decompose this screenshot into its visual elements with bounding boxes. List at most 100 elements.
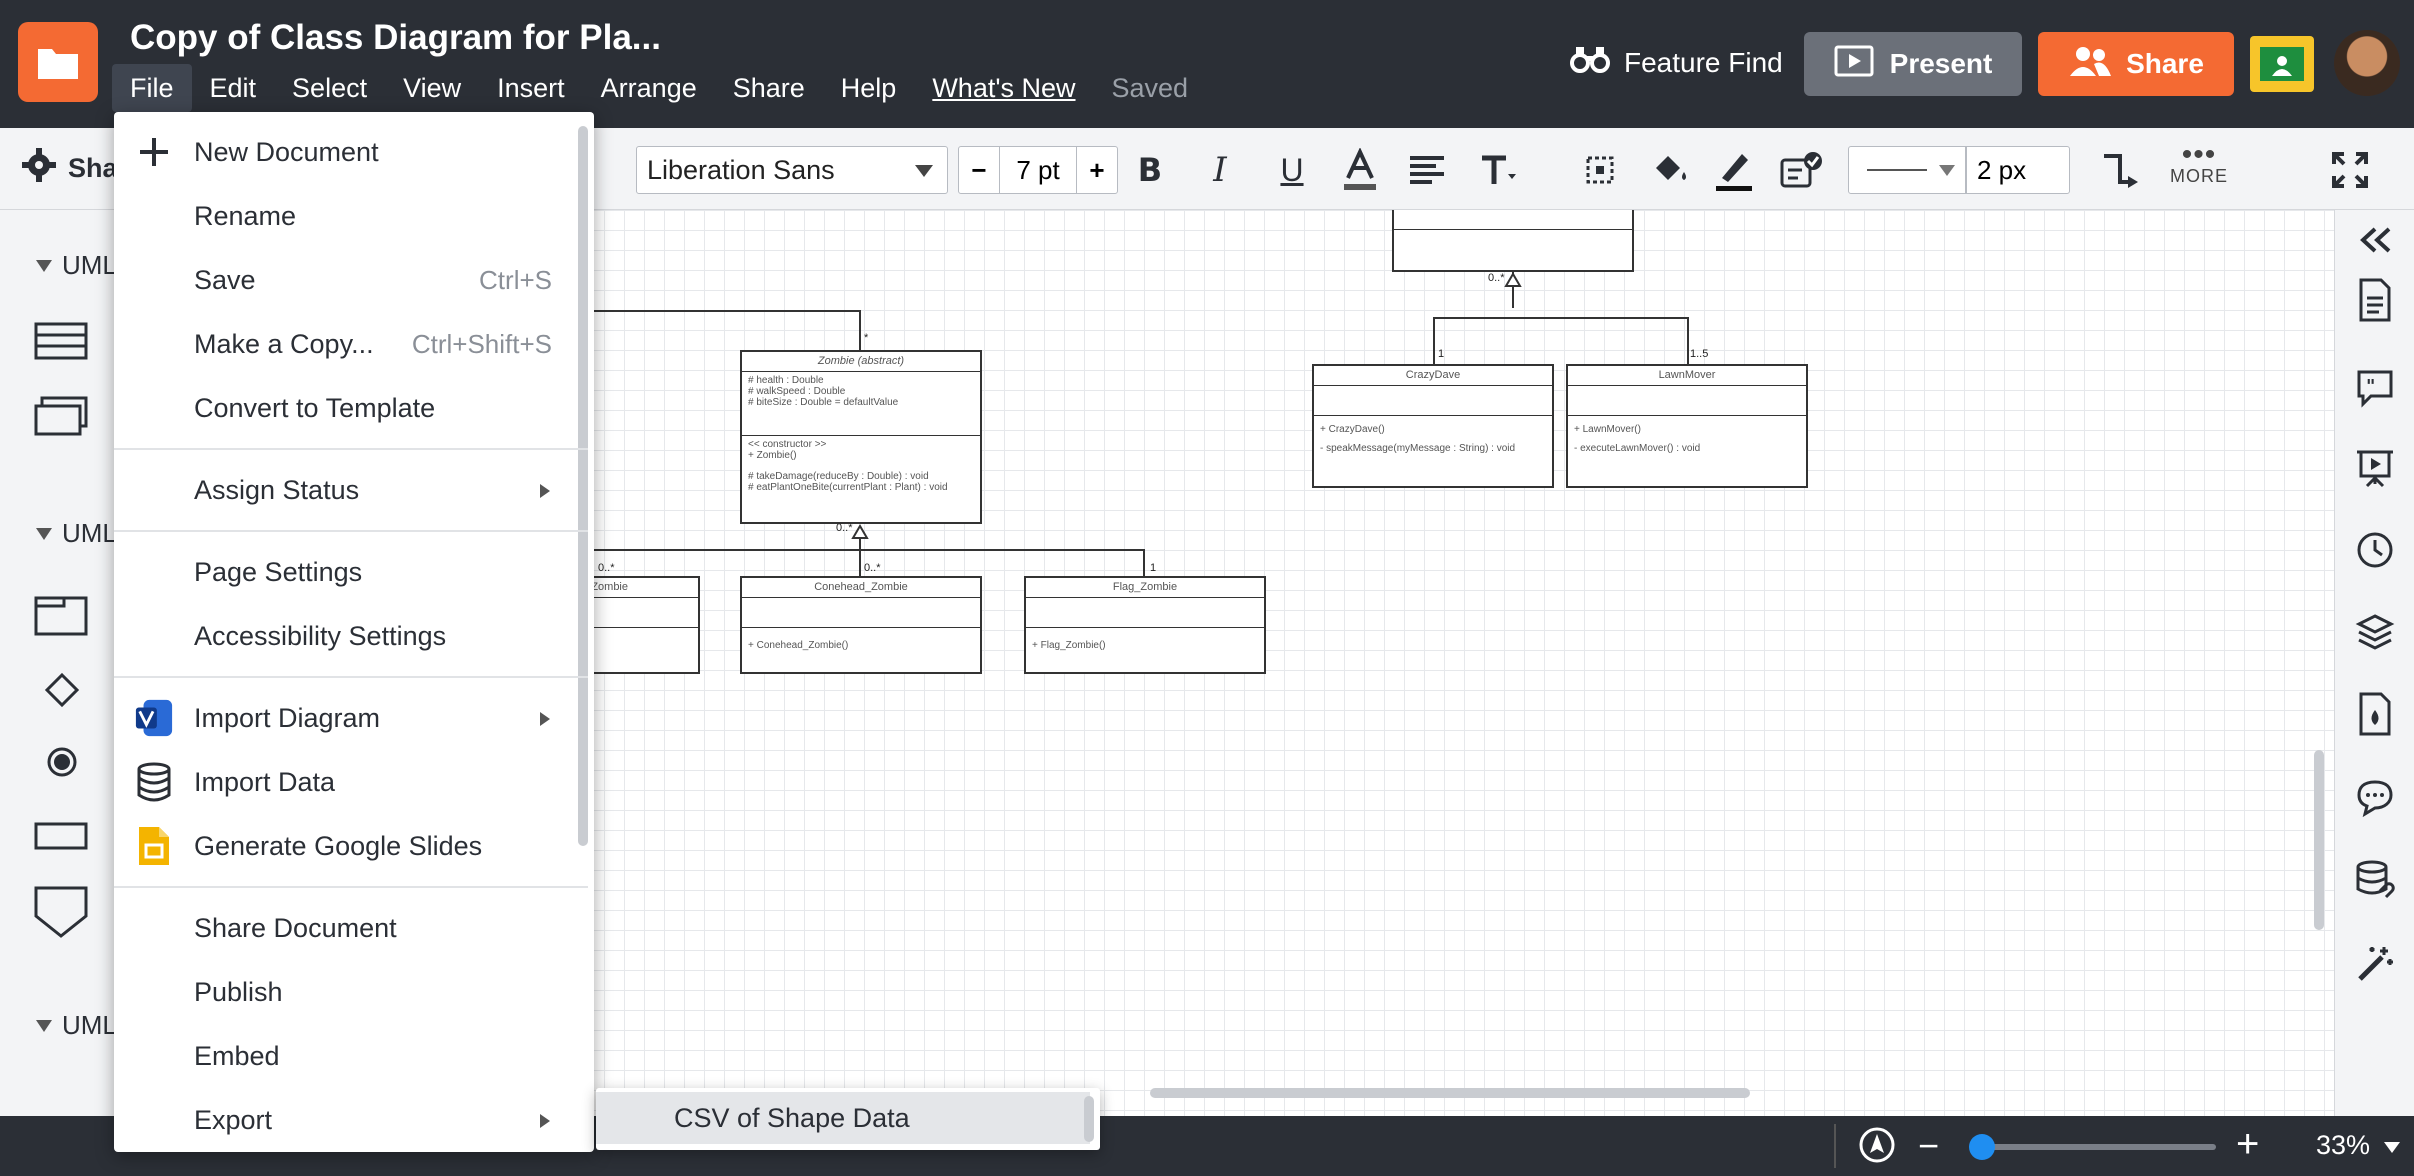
class-shape[interactable] xyxy=(34,322,88,365)
text-options-icon[interactable] xyxy=(1476,148,1520,192)
pentagon-shape[interactable] xyxy=(34,886,88,943)
menu-item-label: Save xyxy=(194,264,256,295)
menu-item-import-diagram[interactable]: Import Diagram xyxy=(114,686,578,750)
menu-item-make-copy[interactable]: Make a Copy... Ctrl+Shift+S xyxy=(114,312,578,376)
uml-class-zombie[interactable]: Zombie (abstract) # health : Double # wa… xyxy=(740,350,982,524)
font-size-decrease-button[interactable]: − xyxy=(959,155,999,186)
text-color-icon[interactable] xyxy=(1338,148,1382,192)
menu-edit[interactable]: Edit xyxy=(192,64,275,112)
chevron-down-icon[interactable] xyxy=(2384,1142,2400,1153)
shapes-label: Sha xyxy=(68,153,118,183)
menu-item-share-document[interactable]: Share Document xyxy=(114,896,578,960)
uml-method: + Flag_Zombie() xyxy=(1032,640,1106,651)
menu-item-page-settings[interactable]: Page Settings xyxy=(114,540,578,604)
package-shape[interactable] xyxy=(34,596,88,641)
connector-style-icon[interactable] xyxy=(2098,148,2142,192)
menu-item-publish[interactable]: Publish xyxy=(114,960,578,1024)
file-menu-scrollbar[interactable] xyxy=(578,126,588,846)
presentation-icon[interactable] xyxy=(2353,446,2397,490)
menu-item-csv-of-shape-data[interactable]: CSV of Shape Data xyxy=(596,1092,1090,1144)
italic-icon[interactable]: I xyxy=(1198,148,1242,192)
menu-item-label: Embed xyxy=(194,1040,280,1071)
history-clock-icon[interactable] xyxy=(2353,528,2397,572)
navigate-icon[interactable] xyxy=(1858,1126,1896,1169)
zoom-in-button[interactable]: + xyxy=(2236,1124,2259,1164)
chevron-down-icon xyxy=(36,259,52,272)
uml-class-conehead-zombie[interactable]: Conehead_Zombie + Conehead_Zombie() xyxy=(740,576,982,674)
menu-item-save[interactable]: Save Ctrl+S xyxy=(114,248,578,312)
font-family-select[interactable]: Liberation Sans xyxy=(636,146,948,194)
uml-class-partial[interactable] xyxy=(1392,210,1634,272)
font-size-stepper[interactable]: − 7 pt + xyxy=(958,146,1118,194)
align-icon[interactable] xyxy=(1406,148,1450,192)
menu-arrange[interactable]: Arrange xyxy=(583,64,715,112)
menu-item-export[interactable]: Export xyxy=(114,1088,578,1152)
uml-class-flag-zombie[interactable]: Flag_Zombie + Flag_Zombie() xyxy=(1024,576,1266,674)
menu-view[interactable]: View xyxy=(385,64,479,112)
menu-item-convert-to-template[interactable]: Convert to Template xyxy=(114,376,578,440)
zoom-slider-handle[interactable] xyxy=(1969,1134,1996,1160)
fill-color-icon[interactable] xyxy=(1648,148,1692,192)
menu-item-rename[interactable]: Rename xyxy=(114,184,578,248)
zoom-out-button[interactable]: − xyxy=(1918,1128,1939,1164)
menu-item-generate-google-slides[interactable]: Generate Google Slides xyxy=(114,814,578,878)
library-section-uml-class[interactable]: UML xyxy=(36,250,117,281)
submenu-scrollbar[interactable] xyxy=(1084,1096,1094,1142)
document-title[interactable]: Copy of Class Diagram for Pla... xyxy=(130,18,661,58)
file-menu-dropdown: New Document Rename Save Ctrl+S Make a C… xyxy=(114,112,594,1152)
fullscreen-icon[interactable] xyxy=(2328,148,2372,192)
magic-wand-icon[interactable] xyxy=(2353,942,2397,986)
share-button[interactable]: Share xyxy=(2038,32,2234,96)
user-avatar[interactable] xyxy=(2334,30,2400,96)
google-classroom-icon[interactable] xyxy=(2250,36,2314,92)
menu-file[interactable]: File xyxy=(112,64,192,112)
feature-find-button[interactable]: Feature Find xyxy=(1570,44,1783,81)
theme-drop-icon[interactable] xyxy=(2353,692,2397,736)
interface-shape[interactable] xyxy=(34,396,88,441)
menu-insert[interactable]: Insert xyxy=(479,64,583,112)
line-style-select[interactable] xyxy=(1848,146,1966,194)
line-width-input[interactable]: 2 px xyxy=(1966,146,2070,194)
more-tools-button[interactable]: ••• MORE xyxy=(2170,140,2228,187)
line-color-icon[interactable] xyxy=(1712,148,1756,192)
shape-options-icon[interactable] xyxy=(1578,148,1622,192)
library-section-uml-state[interactable]: UML xyxy=(36,518,117,549)
menu-share[interactable]: Share xyxy=(715,64,823,112)
bold-icon[interactable]: B xyxy=(1128,148,1172,192)
menu-item-import-data[interactable]: Import Data xyxy=(114,750,578,814)
menu-divider xyxy=(114,676,588,678)
menu-item-new-document[interactable]: New Document xyxy=(114,120,578,184)
present-button[interactable]: Present xyxy=(1804,32,2022,96)
font-size-increase-button[interactable]: + xyxy=(1077,155,1117,186)
uml-class-lawnmover[interactable]: LawnMover + LawnMover() - executeLawnMov… xyxy=(1566,364,1808,488)
shapes-toggle[interactable]: Sha xyxy=(22,148,118,189)
uml-class-crazydave[interactable]: CrazyDave + CrazyDave() - speakMessage(m… xyxy=(1312,364,1554,488)
canvas-horizontal-scrollbar[interactable] xyxy=(1150,1088,1750,1098)
uml-attributes xyxy=(1314,386,1552,416)
data-link-icon[interactable] xyxy=(2353,858,2397,902)
zoom-level[interactable]: 33% xyxy=(2316,1130,2370,1161)
menu-item-label: Accessibility Settings xyxy=(194,620,447,651)
menu-whats-new[interactable]: What's New xyxy=(914,64,1093,112)
zoom-slider[interactable] xyxy=(1972,1144,2216,1150)
underline-icon[interactable]: U xyxy=(1270,148,1314,192)
page-properties-icon[interactable] xyxy=(2353,278,2397,322)
layers-icon[interactable] xyxy=(2353,610,2397,654)
chat-icon[interactable] xyxy=(2353,776,2397,820)
menu-select[interactable]: Select xyxy=(274,64,385,112)
canvas-vertical-scrollbar[interactable] xyxy=(2314,750,2324,930)
final-state-shape[interactable] xyxy=(46,746,78,783)
decision-shape[interactable] xyxy=(44,672,80,713)
menu-item-accessibility-settings[interactable]: Accessibility Settings xyxy=(114,604,578,668)
library-section-uml-other[interactable]: UML xyxy=(36,1010,117,1041)
comments-quote-icon[interactable]: " xyxy=(2353,366,2397,410)
menu-help[interactable]: Help xyxy=(823,64,915,112)
conditional-format-icon[interactable] xyxy=(1780,148,1824,192)
folder-icon[interactable] xyxy=(18,22,98,102)
rectangle-shape[interactable] xyxy=(34,822,88,855)
font-size-value[interactable]: 7 pt xyxy=(999,147,1077,193)
collapse-panel-icon[interactable] xyxy=(2353,218,2397,262)
uml-method: + LawnMover() xyxy=(1574,424,1641,435)
menu-item-embed[interactable]: Embed xyxy=(114,1024,578,1088)
menu-item-assign-status[interactable]: Assign Status xyxy=(114,458,578,522)
